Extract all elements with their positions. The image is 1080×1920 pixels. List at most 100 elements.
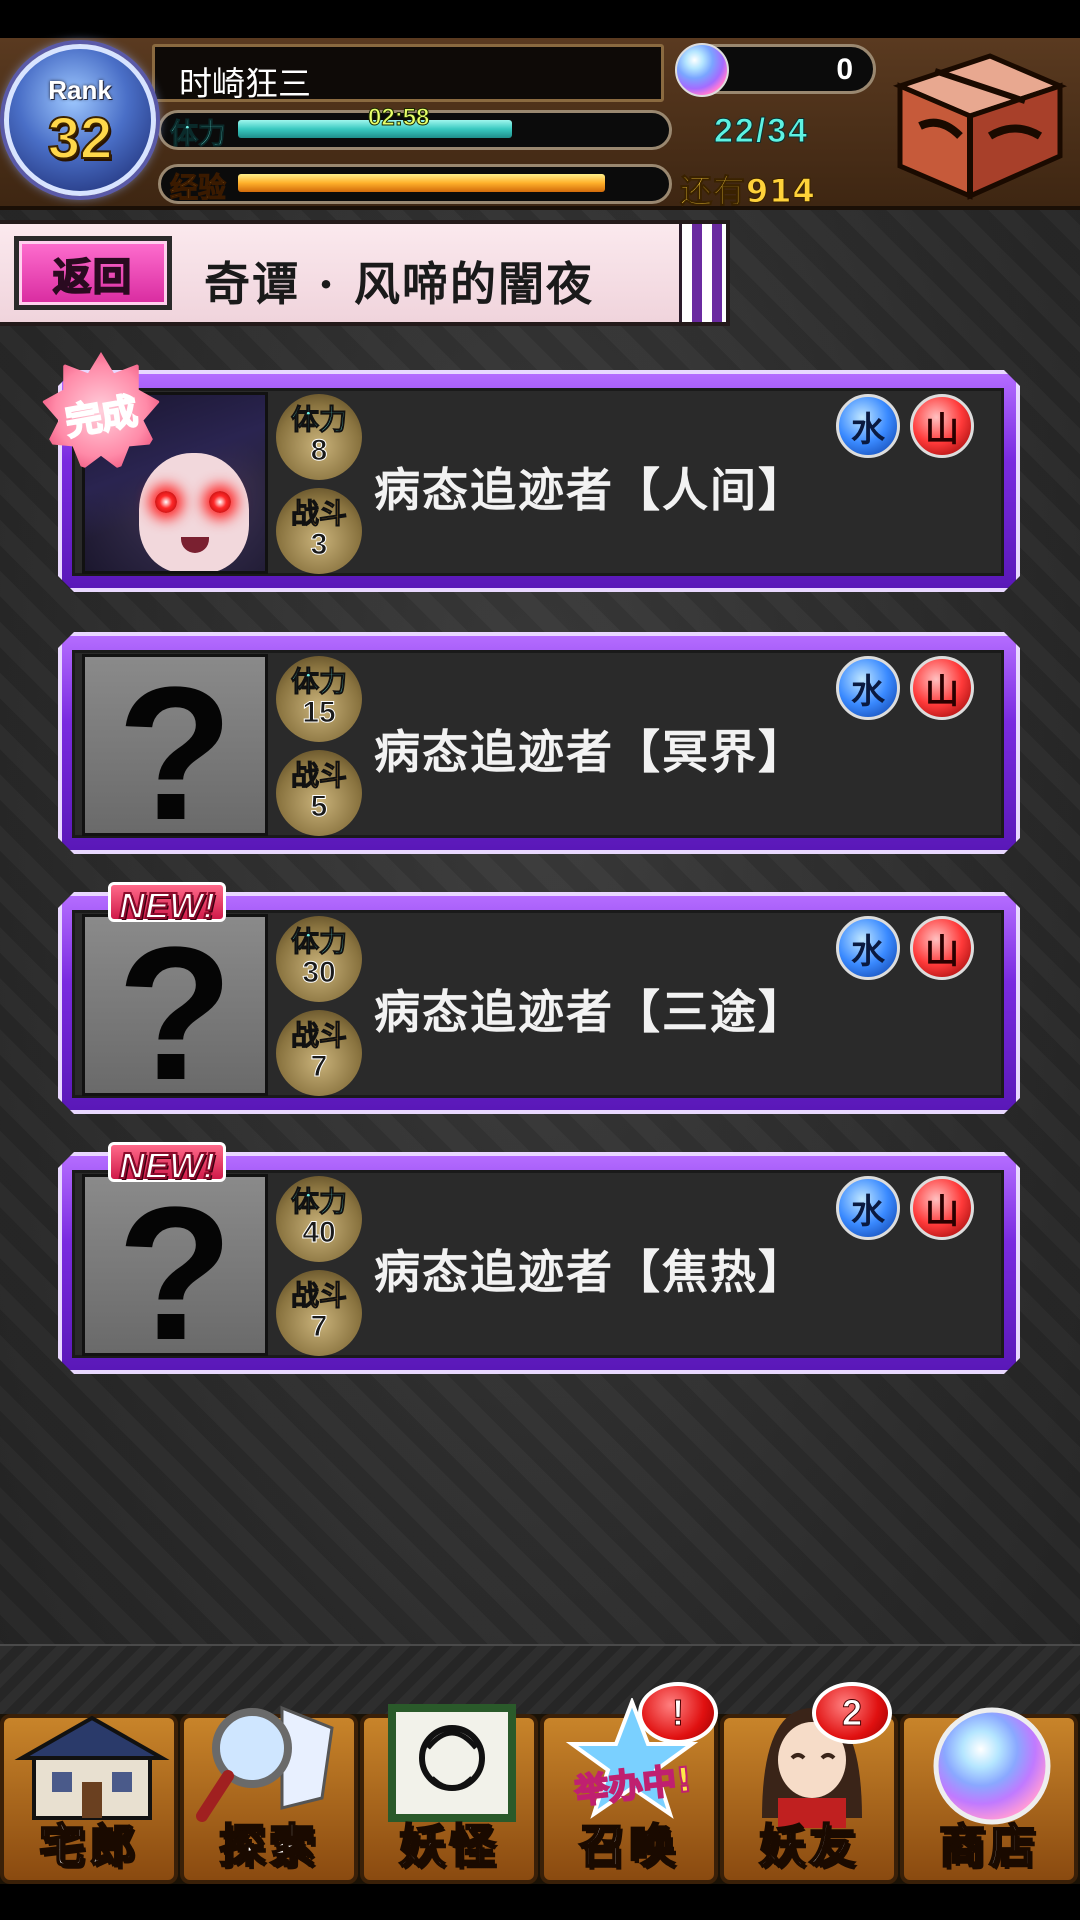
rank-label: Rank — [48, 75, 112, 105]
nav-yokai-label: 妖怪 — [398, 1818, 499, 1874]
stamina-cost-value: 8 — [310, 434, 328, 468]
stamina-bar: 体力 02:58 — [158, 104, 672, 151]
battle-count-label: 战斗 — [290, 759, 347, 793]
battle-count-value: 7 — [310, 1050, 328, 1084]
exp-remaining: 还有914 — [680, 172, 816, 211]
battle-count-value: 5 — [310, 790, 328, 824]
shop-orb-icon — [933, 1707, 1051, 1825]
nav-summon-label: 召唤 — [578, 1818, 679, 1874]
battle-count-value: 3 — [310, 528, 328, 562]
water-element-icon: 水 — [836, 1176, 900, 1240]
new-badge: NEW! — [108, 1142, 226, 1187]
rank-badge[interactable]: Rank 32 — [4, 44, 156, 196]
nav-explore-label: 探索 — [218, 1818, 319, 1874]
nav-shop[interactable]: 商店 — [900, 1707, 1078, 1884]
orb-count: 0 — [836, 53, 853, 86]
player-header: Rank 32 时崎狂三 体力 02:58 22/34 经验 还有914 0 — [0, 38, 1080, 211]
unknown-portrait: ? — [82, 654, 268, 836]
app-root: Rank 32 时崎狂三 体力 02:58 22/34 经验 还有914 0 返… — [0, 0, 1080, 1920]
stamina-bar-label: 体力 — [169, 117, 227, 151]
back-button[interactable]: 返回 — [14, 236, 172, 310]
mountain-element-icon: 山 — [910, 916, 974, 980]
stamina-cost-value: 30 — [302, 956, 336, 990]
quest-stats: 体力 30 战斗 7 — [276, 916, 362, 1098]
chapter-title-banner: 返回 奇谭 · 风啼的闇夜 — [0, 220, 730, 326]
unknown-portrait: ? — [82, 914, 268, 1096]
back-button-label: 返回 — [52, 254, 133, 300]
question-mark-icon: ? — [116, 1174, 234, 1356]
stamina-cost-label: 体力 — [290, 925, 347, 959]
quest-stats: 体力 8 战斗 3 — [276, 394, 362, 576]
system-nav-bar — [0, 1884, 1080, 1920]
crystal-orb-icon — [675, 43, 729, 97]
unknown-portrait: ? — [82, 1174, 268, 1356]
stamina-cost: 体力 30 — [276, 916, 362, 1002]
battle-count-value: 7 — [310, 1310, 328, 1344]
stamina-cost-value: 15 — [302, 696, 336, 730]
battle-count: 战斗 3 — [276, 488, 362, 574]
battle-count-label: 战斗 — [290, 1279, 347, 1313]
glowing-eye-right — [209, 491, 231, 513]
chapter-title: 奇谭 · 风啼的闇夜 — [204, 257, 595, 311]
quest-card[interactable]: ? NEW! 体力 30 战斗 7 病态追迹者【三途】 水 山 — [58, 882, 1020, 1118]
scroll-icon — [388, 1704, 516, 1822]
stamina-cost: 体力 40 — [276, 1176, 362, 1262]
stamina-cost: 体力 8 — [276, 394, 362, 480]
quest-stats: 体力 40 战斗 7 — [276, 1176, 362, 1358]
nav-friends[interactable]: 2 妖友 — [720, 1682, 898, 1884]
nav-friends-badge: 2 — [812, 1682, 892, 1744]
treasure-box-icon[interactable] — [880, 46, 1070, 206]
player-name: 时崎狂三 — [179, 64, 311, 103]
stamina-count: 22/34 — [713, 112, 810, 151]
water-element-icon: 水 — [836, 394, 900, 458]
battle-count: 战斗 5 — [276, 750, 362, 836]
mountain-element-icon: 山 — [910, 394, 974, 458]
nav-explore[interactable]: 探索 — [180, 1705, 358, 1884]
exp-bar-fill — [238, 174, 606, 192]
nav-yokai[interactable]: 妖怪 — [360, 1704, 538, 1884]
player-name-box: 时崎狂三 — [152, 44, 664, 103]
quest-card[interactable]: 完成 体力 8 战斗 3 病态追迹者【人间】 水 山 — [42, 352, 1020, 596]
battle-count-label: 战斗 — [290, 497, 347, 531]
rank-value: 32 — [47, 105, 114, 172]
orb-counter[interactable]: 0 — [675, 43, 876, 97]
battle-count-label: 战斗 — [290, 1019, 347, 1053]
mountain-element-icon: 山 — [910, 1176, 974, 1240]
nav-home[interactable]: 宅郎 — [0, 1714, 178, 1884]
new-badge: NEW! — [108, 882, 226, 927]
stamina-cost-label: 体力 — [290, 1185, 347, 1219]
water-element-icon: 水 — [836, 656, 900, 720]
battle-count: 战斗 7 — [276, 1010, 362, 1096]
complete-badge: 完成 — [42, 352, 160, 470]
nav-home-label: 宅郎 — [38, 1818, 139, 1874]
exp-bar-label: 经验 — [169, 171, 227, 205]
nav-shop-label: 商店 — [938, 1818, 1039, 1874]
water-element-icon: 水 — [836, 916, 900, 980]
glowing-eye-left — [155, 491, 177, 513]
portrait-face — [139, 453, 249, 571]
stamina-cost: 体力 15 — [276, 656, 362, 742]
quest-name: 病态追迹者【冥界】 — [374, 725, 806, 779]
question-mark-icon: ? — [116, 914, 234, 1096]
battle-count: 战斗 7 — [276, 1270, 362, 1356]
quest-name: 病态追迹者【三途】 — [374, 985, 806, 1039]
magnifier-map-icon — [196, 1705, 334, 1822]
exp-bar: 经验 — [158, 164, 672, 205]
stamina-cost-label: 体力 — [290, 665, 347, 699]
house-icon — [14, 1715, 170, 1820]
nav-summon[interactable]: 举办中! ! 召唤 — [540, 1682, 718, 1884]
quest-name: 病态追迹者【焦热】 — [374, 1245, 806, 1299]
stamina-bar-track — [238, 120, 660, 138]
nav-summon-badge: ! — [638, 1682, 718, 1744]
quest-stats: 体力 15 战斗 5 — [276, 656, 362, 838]
status-bar — [0, 0, 1080, 38]
stamina-cost-value: 40 — [302, 1216, 336, 1250]
exp-bar-track — [238, 174, 660, 192]
quest-card[interactable]: ? NEW! 体力 40 战斗 7 病态追迹者【焦热】 水 山 — [58, 1142, 1020, 1378]
mountain-element-icon: 山 — [910, 656, 974, 720]
quest-name: 病态追迹者【人间】 — [374, 463, 806, 517]
nav-friends-label: 妖友 — [758, 1818, 859, 1874]
stamina-cost-label: 体力 — [290, 403, 347, 437]
stamina-timer: 02:58 — [367, 104, 430, 132]
quest-card[interactable]: ? 体力 15 战斗 5 病态追迹者【冥界】 水 山 — [58, 628, 1020, 858]
